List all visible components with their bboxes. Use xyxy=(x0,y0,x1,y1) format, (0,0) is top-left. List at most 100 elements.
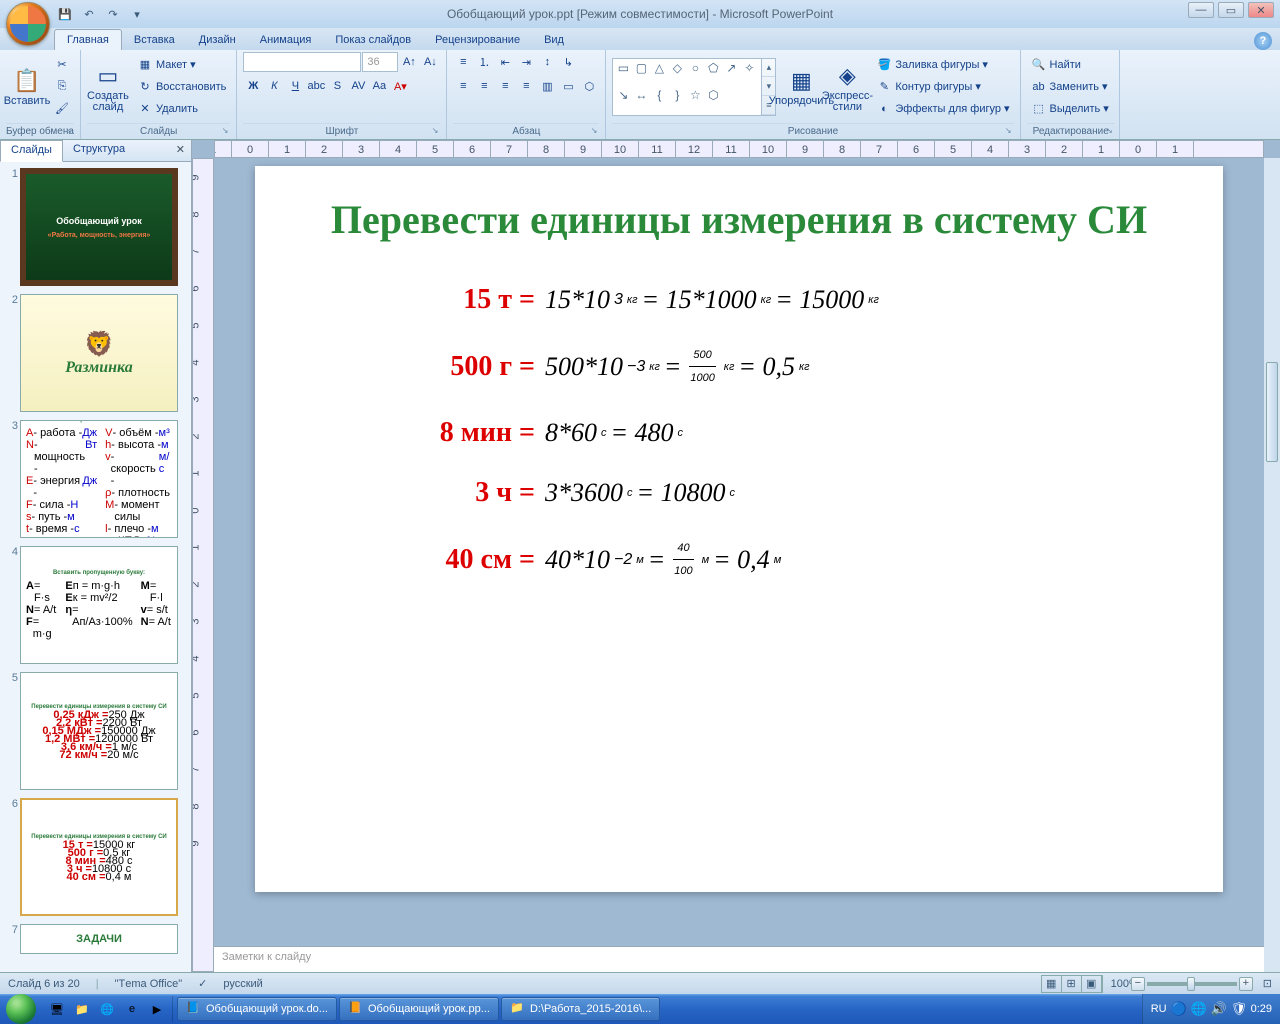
shapes-gallery[interactable]: ▭▢△◇○⬠↗ ✧↘↔{}☆⬡ xyxy=(612,58,762,116)
normal-view-icon[interactable]: ▦ xyxy=(1042,976,1062,992)
char-spacing-icon[interactable]: AV xyxy=(348,76,368,96)
sorter-view-icon[interactable]: ⊞ xyxy=(1062,976,1082,992)
replace-button[interactable]: abЗаменить ▾ xyxy=(1027,77,1113,97)
select-button[interactable]: ⬚Выделить ▾ xyxy=(1027,99,1113,119)
tab-review[interactable]: Рецензирование xyxy=(423,30,532,50)
slide-thumb-4[interactable]: Вставить пропущенную букву: A = F·sN = A… xyxy=(20,546,178,664)
minimize-button[interactable]: — xyxy=(1188,2,1214,18)
redo-icon[interactable]: ↷ xyxy=(104,5,122,23)
tab-slideshow[interactable]: Показ слайдов xyxy=(323,30,423,50)
layout-button[interactable]: ▦Макет ▾ xyxy=(133,55,230,75)
tab-home[interactable]: Главная xyxy=(54,29,122,50)
tray-volume-icon[interactable]: 🔊 xyxy=(1211,1001,1227,1017)
office-button[interactable] xyxy=(6,2,50,46)
underline-icon[interactable]: Ч xyxy=(285,76,305,96)
bullets-icon[interactable]: ≡ xyxy=(453,52,473,72)
slideshow-view-icon[interactable]: ▣ xyxy=(1082,976,1102,992)
task-word[interactable]: 📘Обобщающий урок.do... xyxy=(177,997,337,1021)
tab-view[interactable]: Вид xyxy=(532,30,576,50)
justify-icon[interactable]: ≡ xyxy=(516,76,536,96)
horizontal-ruler[interactable]: 10123456789101112111098765432101 xyxy=(214,140,1264,158)
fit-window-icon[interactable]: ⊡ xyxy=(1263,977,1272,990)
explorer-icon[interactable]: 📁 xyxy=(71,998,93,1020)
media-player-icon[interactable]: ▶ xyxy=(146,998,168,1020)
cut-icon[interactable]: ✂ xyxy=(52,55,72,75)
panel-tab-outline[interactable]: Структура xyxy=(63,140,135,161)
undo-icon[interactable]: ↶ xyxy=(80,5,98,23)
change-case-icon[interactable]: Aa xyxy=(369,76,389,96)
quick-styles-button[interactable]: ◈Экспресс-стили xyxy=(826,55,868,119)
vertical-scrollbar[interactable] xyxy=(1264,158,1280,972)
bold-icon[interactable]: Ж xyxy=(243,76,263,96)
spellcheck-icon[interactable]: ✓ xyxy=(198,977,207,990)
ie-icon[interactable]: e xyxy=(121,998,143,1020)
tray-clock[interactable]: 0:29 xyxy=(1251,1003,1272,1015)
show-desktop-icon[interactable]: 🖥 xyxy=(46,998,68,1020)
chrome-icon[interactable]: 🌐 xyxy=(96,998,118,1020)
align-left-icon[interactable]: ≡ xyxy=(453,76,473,96)
columns-icon[interactable]: ▥ xyxy=(537,76,557,96)
tray-skype-icon[interactable]: 🔵 xyxy=(1171,1001,1187,1017)
close-button[interactable]: ✕ xyxy=(1248,2,1274,18)
italic-icon[interactable]: К xyxy=(264,76,284,96)
shape-outline-button[interactable]: ✎Контур фигуры ▾ xyxy=(872,77,1013,97)
tab-design[interactable]: Дизайн xyxy=(187,30,248,50)
font-color-icon[interactable]: A▾ xyxy=(390,76,410,96)
align-center-icon[interactable]: ≡ xyxy=(474,76,494,96)
tray-shield-icon[interactable]: 🛡 xyxy=(1231,1001,1247,1017)
line-spacing-icon[interactable]: ↕ xyxy=(537,52,557,72)
slide-thumb-1[interactable]: Обобщающий урок«Работа, мощность, энерги… xyxy=(20,168,178,286)
grow-font-icon[interactable]: A↑ xyxy=(399,52,419,72)
align-text-icon[interactable]: ▭ xyxy=(558,76,578,96)
group-drawing: ▭▢△◇○⬠↗ ✧↘↔{}☆⬡ ▴▾≡ ▦Упорядочить ◈Экспре… xyxy=(606,50,1020,139)
notes-pane[interactable]: Заметки к слайду xyxy=(214,946,1264,972)
maximize-button[interactable]: ▭ xyxy=(1218,2,1244,18)
numbering-icon[interactable]: ⒈ xyxy=(474,52,494,72)
task-explorer[interactable]: 📁D:\Работа_2015-2016\... xyxy=(501,997,660,1021)
system-tray: RU 🔵 🌐 🔊 🛡 0:29 xyxy=(1142,994,1280,1024)
arrange-button[interactable]: ▦Упорядочить xyxy=(780,55,822,119)
paste-button[interactable]: 📋Вставить xyxy=(6,55,48,119)
delete-button[interactable]: ✕Удалить xyxy=(133,99,230,119)
font-family-combo[interactable] xyxy=(243,52,361,72)
slide-thumb-5[interactable]: Перевести единицы измерения в систему СИ… xyxy=(20,672,178,790)
new-slide-button[interactable]: ▭Создать слайд xyxy=(87,55,129,119)
slide-thumb-7[interactable]: ЗАДАЧИ xyxy=(20,924,178,954)
group-editing: 🔍Найти abЗаменить ▾ ⬚Выделить ▾ Редактир… xyxy=(1021,50,1120,139)
shrink-font-icon[interactable]: A↓ xyxy=(420,52,440,72)
qat-customize-icon[interactable]: ▾ xyxy=(128,5,146,23)
text-direction-icon[interactable]: ↳ xyxy=(558,52,578,72)
help-icon[interactable]: ? xyxy=(1254,32,1272,50)
indent-inc-icon[interactable]: ⇥ xyxy=(516,52,536,72)
panel-tab-slides[interactable]: Слайды xyxy=(0,140,63,162)
task-powerpoint[interactable]: 📙Обобщающий урок.pp... xyxy=(339,997,499,1021)
slide-canvas[interactable]: Перевести единицы измерения в систему СИ… xyxy=(214,158,1264,972)
tray-lang[interactable]: RU xyxy=(1151,1003,1167,1015)
save-icon[interactable]: 💾 xyxy=(56,5,74,23)
slide-thumb-3[interactable]: Какой буквой обозначают и какова единица… xyxy=(20,420,178,538)
tray-network-icon[interactable]: 🌐 xyxy=(1191,1001,1207,1017)
font-size-combo[interactable]: 36 xyxy=(362,52,398,72)
align-right-icon[interactable]: ≡ xyxy=(495,76,515,96)
vertical-ruler[interactable]: 9876543210123456789 xyxy=(192,158,214,972)
start-button[interactable] xyxy=(0,994,42,1024)
strike-icon[interactable]: abc xyxy=(306,76,326,96)
find-button[interactable]: 🔍Найти xyxy=(1027,55,1113,75)
slide-thumb-2[interactable]: 🦁Разминка xyxy=(20,294,178,412)
shape-fill-button[interactable]: 🪣Заливка фигуры ▾ xyxy=(872,55,1013,75)
smartart-icon[interactable]: ⬡ xyxy=(579,76,599,96)
panel-close-icon[interactable]: ✕ xyxy=(170,140,191,161)
format-painter-icon[interactable]: 🖌 xyxy=(52,99,72,119)
tab-insert[interactable]: Вставка xyxy=(122,30,187,50)
zoom-slider[interactable] xyxy=(1147,982,1237,986)
status-language[interactable]: русский xyxy=(223,978,262,990)
tab-animations[interactable]: Анимация xyxy=(248,30,324,50)
shape-effects-button[interactable]: ◐Эффекты для фигур ▾ xyxy=(872,99,1013,119)
indent-dec-icon[interactable]: ⇤ xyxy=(495,52,515,72)
copy-icon[interactable]: ⎘ xyxy=(52,77,72,97)
slide-thumb-6[interactable]: Перевести единицы измерения в систему СИ… xyxy=(20,798,178,916)
reset-button[interactable]: ↻Восстановить xyxy=(133,77,230,97)
current-slide[interactable]: Перевести единицы измерения в систему СИ… xyxy=(255,166,1223,892)
equation-row: 40 см =40*10−2 м = 40100 м = 0,4м xyxy=(305,537,1173,582)
shadow-icon[interactable]: S xyxy=(327,76,347,96)
